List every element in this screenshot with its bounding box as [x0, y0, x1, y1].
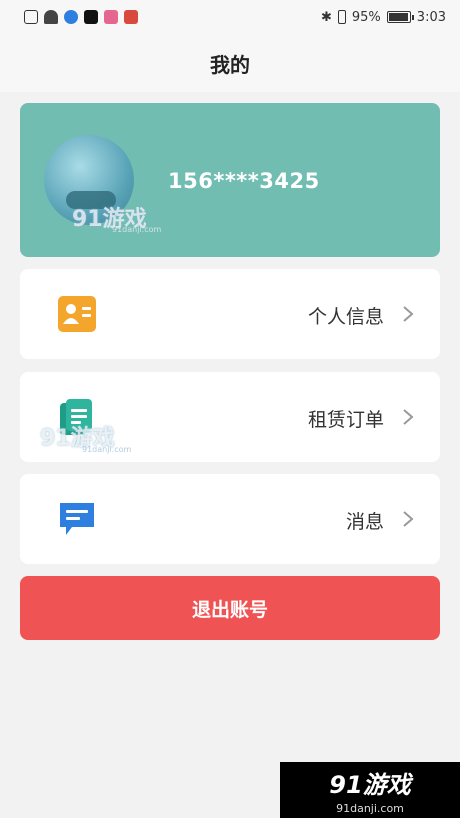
status-bar: ✱ 95% 3:03	[0, 0, 460, 34]
corner-brand: 91游戏	[329, 771, 411, 799]
menu-item-personal-info[interactable]: 个人信息	[20, 269, 440, 359]
wifi-icon	[44, 10, 58, 24]
vibrate-icon	[337, 10, 346, 24]
battery-icon	[386, 11, 414, 23]
bluetooth-icon: ✱	[320, 9, 332, 25]
chevron-right-icon	[403, 409, 414, 425]
status-left	[24, 10, 138, 24]
menu-item-messages[interactable]: 消息	[20, 474, 440, 564]
battery-percent: 95%	[351, 9, 381, 25]
game-app-icon	[104, 10, 118, 24]
profile-card[interactable]: 156****3425 91游戏 91danji.com	[20, 103, 440, 257]
title-bar: 我的	[0, 34, 460, 92]
menu-label-rental-orders: 租赁订单	[307, 409, 384, 431]
browser-icon	[64, 10, 78, 24]
corner-watermark: 91游戏 91danji.com	[280, 762, 460, 818]
phone-number: 156****3425	[168, 169, 320, 193]
app-icon	[124, 10, 138, 24]
chevron-right-icon	[403, 511, 414, 527]
chevron-right-icon	[403, 306, 414, 322]
page-title: 我的	[210, 52, 250, 77]
menu-item-rental-orders[interactable]: 租赁订单 91游戏 91danji.com	[20, 372, 440, 462]
clock: 3:03	[416, 9, 446, 25]
status-right: ✱ 95% 3:03	[321, 10, 446, 25]
logout-button[interactable]: 退出账号	[20, 576, 440, 640]
corner-url: 91danji.com	[336, 802, 404, 815]
menu-label-messages: 消息	[345, 511, 384, 533]
alert-icon	[24, 10, 38, 24]
menu-label-personal-info: 个人信息	[307, 306, 384, 328]
id-card-icon	[58, 296, 96, 332]
logout-label: 退出账号	[191, 599, 268, 621]
watermark-url: 91danji.com	[82, 445, 132, 454]
watermark-url: 91danji.com	[112, 225, 162, 234]
tiktok-icon	[84, 10, 98, 24]
message-icon	[60, 503, 94, 535]
